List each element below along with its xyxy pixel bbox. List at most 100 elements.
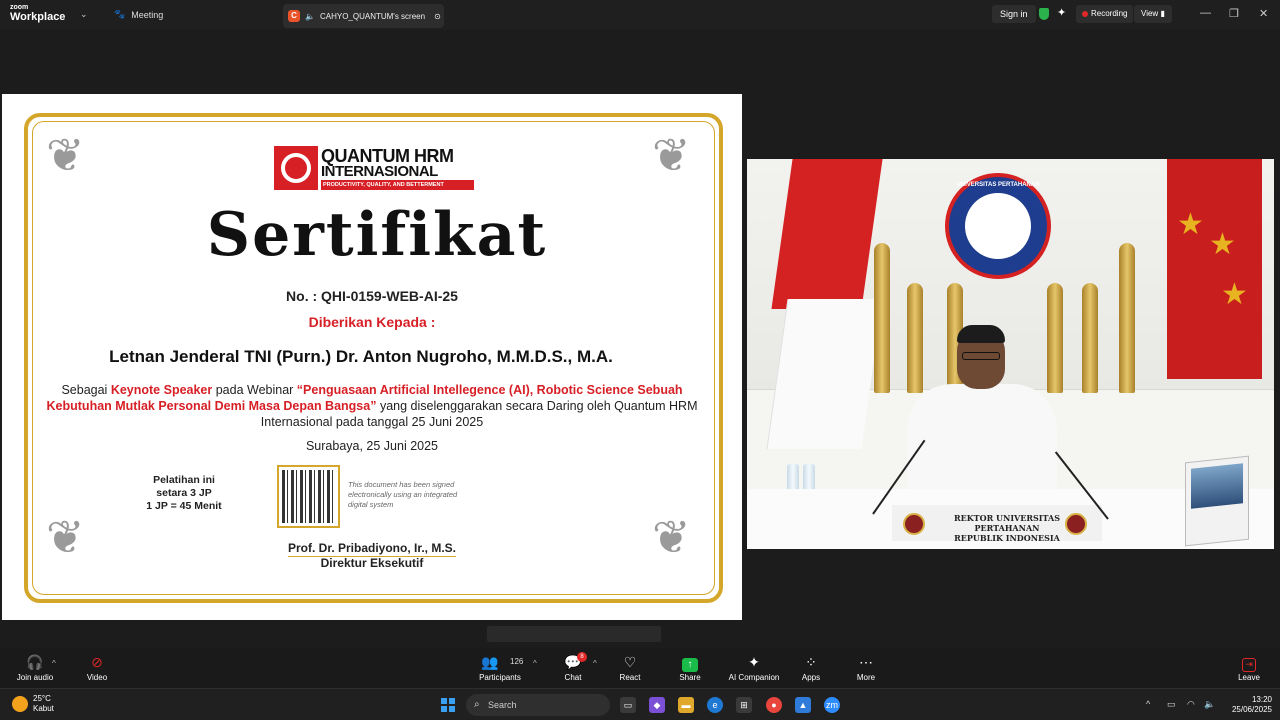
zoom-app-icon[interactable]: zm [824, 697, 840, 713]
certificate-title: Sertifikat [206, 200, 548, 270]
apps-label: Apps [801, 673, 821, 682]
heart-icon: ♡ [623, 654, 637, 670]
weather-condition: Kabut [33, 704, 54, 713]
participant-video[interactable]: ★ ★ ★ UNIVERSITAS PERTAHANAN REKTOR UNIV… [747, 159, 1274, 549]
training-line3: 1 JP = 45 Menit [146, 500, 222, 512]
view-label: View [1141, 9, 1159, 18]
video-button[interactable]: ⊘ Video [82, 654, 112, 682]
given-to-label: Diberikan Kepada : [308, 314, 436, 330]
view-grid-icon: ▮ [1160, 9, 1165, 18]
temperature: 25°C [33, 694, 51, 703]
search-icon: ⌕ [474, 699, 480, 710]
speaker-body [907, 384, 1057, 494]
view-button[interactable]: View ▮ [1134, 5, 1172, 23]
desk-sign-text: REKTOR UNIVERSITAS PERTAHANAN REPUBLIK I… [932, 513, 1082, 543]
university-seal-icon [903, 513, 925, 535]
shared-screen-tab[interactable]: C 🔈 CAHYO_QUANTUM's screen ⊙ [283, 4, 444, 28]
gold-star-icon: ★ [1209, 228, 1236, 261]
apps-icon: ⁘ [805, 654, 817, 670]
clock-time: 13:20 [1251, 695, 1272, 704]
video-label: Video [86, 673, 108, 682]
apps-button[interactable]: ⁘ Apps [799, 654, 823, 682]
chat-chevron-icon[interactable]: ^ [593, 659, 597, 668]
audio-options-chevron-icon[interactable]: ^ [52, 659, 56, 668]
flourish-top-right-icon: ❦ [652, 128, 691, 182]
signature-line [288, 556, 456, 557]
clock-date: 25/06/2025 [1231, 705, 1272, 714]
chevron-down-icon[interactable]: ⌄ [80, 9, 88, 20]
training-line2: setara 3 JP [156, 487, 212, 499]
network-icon[interactable]: ▭ [1167, 699, 1176, 710]
recording-dot-icon [1082, 11, 1088, 17]
shared-screen: ❦ ❦ ❦ ❦ QUANTUM HRM INTERNASIONAL PRODUC… [2, 94, 742, 620]
body-role: Keynote Speaker [110, 383, 213, 397]
microsoft-store-icon[interactable]: ⊞ [736, 697, 752, 713]
logo-mark [274, 146, 318, 190]
speaker-icon: 🔈 [305, 11, 315, 21]
paw-icon: 🐾 [114, 9, 126, 19]
more-button[interactable]: ⋯ More [853, 654, 879, 682]
join-audio-button[interactable]: 🎧 Join audio [16, 654, 54, 682]
flourish-top-left-icon: ❦ [46, 128, 85, 182]
weather-widget[interactable]: 25°C Kabut [12, 694, 54, 714]
recording-indicator[interactable]: Recording [1076, 5, 1134, 23]
leave-button[interactable]: ⇥ Leave [1236, 654, 1262, 682]
shell-ornament [907, 283, 923, 393]
wifi-icon[interactable]: ◠ [1187, 699, 1195, 710]
chrome-icon[interactable]: ● [766, 697, 782, 713]
share-arrow-icon: ↑ [682, 658, 698, 672]
file-explorer-icon[interactable]: ▬ [678, 697, 694, 713]
shell-ornament [1082, 283, 1098, 393]
share-tab-label: CAHYO_QUANTUM's screen [319, 11, 426, 21]
ai-sparkle-icon[interactable]: ✦ [1057, 6, 1066, 19]
minimize-icon[interactable]: — [1200, 7, 1211, 19]
security-shield-icon[interactable] [1039, 8, 1049, 20]
zoom-window: zoom Workplace ⌄ 🐾 Meeting C 🔈 CAHYO_QUA… [0, 0, 1280, 720]
show-hidden-icons-icon[interactable]: ^ [1146, 699, 1150, 709]
share-button[interactable]: ↑ Share [676, 654, 704, 682]
training-info: Pelatihan ini setara 3 JP 1 JP = 45 Meni… [124, 474, 244, 513]
weather-sun-icon [12, 696, 28, 712]
headphones-icon: 🎧 [26, 654, 44, 670]
participants-chevron-icon[interactable]: ^ [533, 659, 537, 668]
leave-label: Leave [1238, 673, 1260, 682]
place-date: Surabaya, 25 Juni 2025 [305, 439, 439, 453]
recording-label: Recording [1091, 9, 1128, 18]
taskbar-clock[interactable]: 13:20 25/06/2025 [1224, 695, 1272, 715]
flourish-bottom-right-icon: ❦ [652, 510, 691, 564]
meeting-toolbar: 🎧 Join audio ^ ⊘ Video 👥 Participants 12… [0, 648, 1280, 688]
desk-sign-line1: REKTOR UNIVERSITAS PERTAHANAN [953, 513, 1061, 533]
more-label: More [856, 673, 876, 682]
restore-icon[interactable]: ❐ [1229, 7, 1239, 20]
ai-companion-icon: ✦ [748, 654, 760, 670]
video-off-icon: ⊘ [91, 654, 103, 670]
zoom-workplace-logo[interactable]: zoom Workplace [10, 4, 65, 23]
search-placeholder: Search [488, 700, 517, 710]
close-icon[interactable]: ✕ [1259, 7, 1268, 20]
more-options-icon[interactable]: ⊙ [434, 12, 441, 21]
participants-count: 126 [510, 657, 524, 666]
university-emblem: UNIVERSITAS PERTAHANAN [945, 173, 1051, 279]
signer-title: Direktur Eksekutif [320, 556, 424, 570]
windows-start-icon[interactable] [441, 698, 455, 712]
sign-in-button[interactable]: Sign in [992, 5, 1036, 23]
edge-icon[interactable]: e [707, 697, 723, 713]
task-view-icon[interactable]: ▭ [620, 697, 636, 713]
desk-calendar [1185, 455, 1249, 547]
meeting-tab[interactable]: 🐾 Meeting [114, 9, 163, 20]
quantum-hrm-logo: QUANTUM HRM INTERNASIONAL PRODUCTIVITY, … [274, 146, 474, 192]
ai-companion-button[interactable]: ✦ AI Companion [726, 654, 782, 682]
leave-icon: ⇥ [1242, 658, 1256, 672]
emblem-text: UNIVERSITAS PERTAHANAN [956, 182, 1040, 188]
body-prefix: Sebagai [61, 383, 111, 397]
photos-icon[interactable]: ▲ [795, 697, 811, 713]
share-icon-wrapper: ↑ [676, 654, 704, 672]
qr-code [277, 465, 340, 528]
logo-tagline: PRODUCTIVITY, QUALITY, AND BETTERMENT [321, 180, 474, 190]
leave-icon-wrapper: ⇥ [1236, 654, 1262, 672]
volume-icon[interactable]: 🔈 [1204, 699, 1215, 710]
copilot-icon[interactable]: ◆ [649, 697, 665, 713]
taskbar-search[interactable]: ⌕ Search [466, 694, 610, 716]
title-bar: zoom Workplace ⌄ 🐾 Meeting C 🔈 CAHYO_QUA… [0, 0, 1280, 30]
react-button[interactable]: ♡ React [616, 654, 644, 682]
